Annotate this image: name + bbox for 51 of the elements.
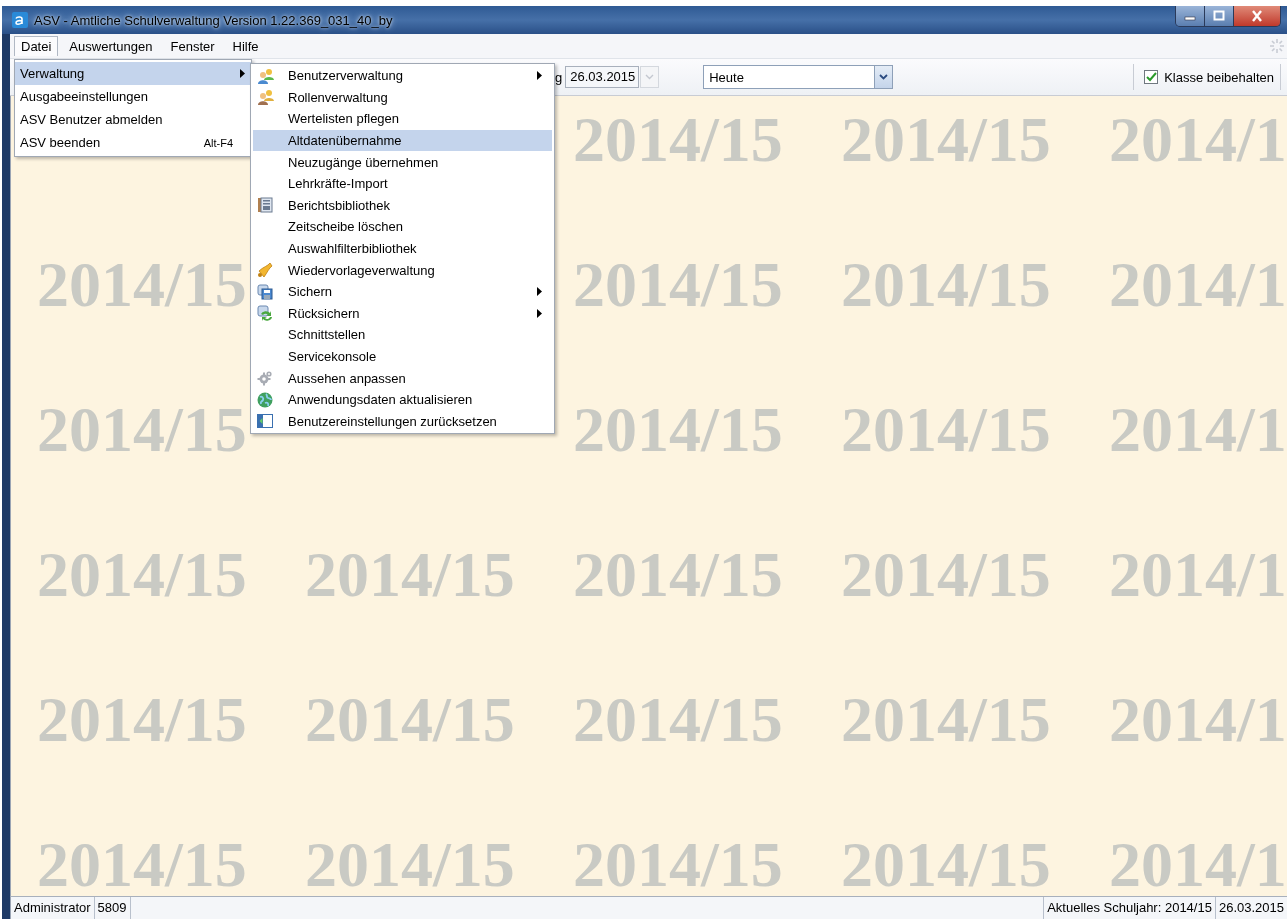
chevron-down-icon <box>879 74 889 80</box>
status-text: Aktuelles Schuljahr: 2014/15 <box>1043 897 1215 919</box>
menu-item[interactable]: Ausgabeeinstellungen <box>15 85 251 108</box>
menu-item[interactable]: Lehrkräfte-Import <box>253 172 552 195</box>
gear-icon <box>257 370 275 387</box>
menu-item[interactable]: Wiedervorlageverwaltung <box>253 259 552 281</box>
menu-item[interactable]: Sichern <box>253 280 552 303</box>
status-text: 5809 <box>94 897 131 919</box>
menu-item[interactable]: Altdatenübernahme <box>253 129 552 152</box>
maximize-button[interactable] <box>1204 6 1233 26</box>
period-dropdown[interactable]: Heute <box>703 65 894 89</box>
window-title: ASV - Amtliche Schulverwaltung Version 1.22.369_031_40_by <box>34 12 393 28</box>
floppy-disk-icon <box>257 283 275 300</box>
menu-item[interactable]: ASV beenden Alt-F4 <box>15 131 251 154</box>
report-icon <box>257 197 275 214</box>
menu-item[interactable]: Servicekonsole <box>253 345 552 368</box>
menu-item[interactable]: ASV Benutzer abmelden <box>15 108 251 131</box>
menu-item[interactable]: Fenster <box>163 35 222 57</box>
checkbox-label: Klasse beibehalten <box>1164 69 1274 85</box>
close-icon <box>1250 10 1264 22</box>
field-label: g <box>555 69 563 85</box>
menu-item[interactable]: Hilfe <box>225 35 266 57</box>
menu-item[interactable]: Berichtsbibliothek <box>253 194 552 217</box>
menu-item[interactable]: Verwaltung <box>15 62 251 85</box>
restore-icon <box>257 305 275 322</box>
menu-item[interactable]: Benutzerverwaltung <box>253 65 552 87</box>
status-text: Administrator <box>11 897 95 919</box>
menu-item[interactable]: Rollenverwaltung <box>253 86 552 109</box>
reset-icon <box>257 413 275 430</box>
menu-item[interactable]: Neuzugänge übernehmen <box>253 151 552 173</box>
menu-item[interactable]: Wertelisten pflegen <box>253 108 552 130</box>
menu-item[interactable]: Datei <box>14 36 59 56</box>
maximize-icon <box>1212 10 1226 22</box>
checkbox[interactable] <box>1144 70 1159 84</box>
chevron-down-icon <box>645 74 655 80</box>
menu-item[interactable]: Rücksichern <box>253 302 552 325</box>
date-field[interactable]: 26.03.2015 <box>565 66 640 88</box>
menu-item[interactable]: Zeitscheibe löschen <box>253 216 552 238</box>
menu-item[interactable]: Auswahlfilterbibliothek <box>253 237 552 260</box>
globe-icon <box>257 391 275 408</box>
menu-item[interactable]: Anwendungsdaten aktualisieren <box>253 388 552 411</box>
loading-spinner-icon <box>1269 38 1285 54</box>
menu-item[interactable]: Benutzereinstellungen zurücksetzen <box>253 410 552 433</box>
status-text: 26.03.2015 <box>1214 897 1287 919</box>
menu-item[interactable]: Schnittstellen <box>253 324 552 346</box>
user-group-icon <box>257 67 275 84</box>
user-group-icon <box>257 89 275 106</box>
menu-item[interactable]: Auswertungen <box>62 35 160 57</box>
close-button[interactable] <box>1233 6 1280 26</box>
menu-item[interactable]: Aussehen anpassen <box>253 367 552 389</box>
app-icon <box>12 12 28 28</box>
